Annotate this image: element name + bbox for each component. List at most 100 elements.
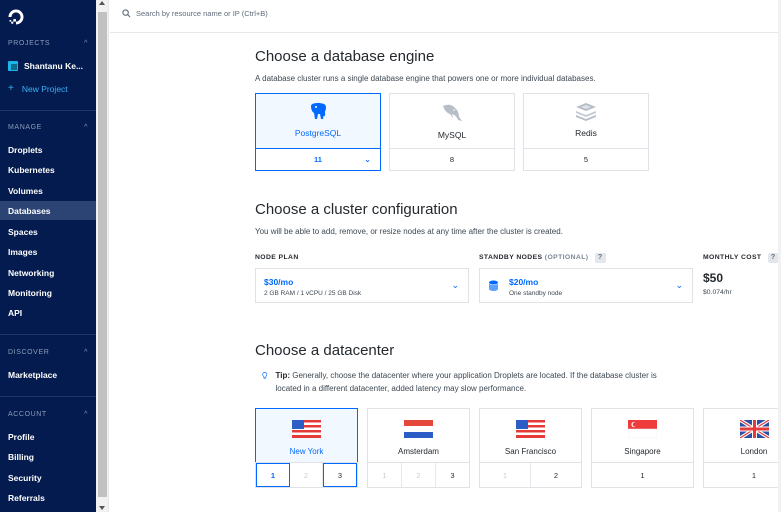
monthly-cost-label: MONTHLY COST ? xyxy=(703,253,779,263)
standby-sub: One standby node xyxy=(509,290,563,297)
engine-card-redis[interactable]: Redis 5 xyxy=(523,93,649,171)
sidebar-item-images[interactable]: Images xyxy=(0,242,96,261)
sidebar-item-label: Kubernetes xyxy=(8,164,55,175)
engine-card-top[interactable]: MySQL xyxy=(389,93,515,148)
sidebar-item-monitoring[interactable]: Monitoring xyxy=(0,283,96,302)
search-bar[interactable] xyxy=(122,9,356,18)
app-window: PROJECTS ^ Shantanu Ke... + New Project … xyxy=(0,0,781,512)
sidebar-item-label: Referrals xyxy=(8,492,45,503)
sidebar-item-databases[interactable]: Databases xyxy=(0,201,96,220)
sidebar-item-label: Databases xyxy=(8,205,51,216)
tip-label: Tip: xyxy=(275,371,290,380)
digitalocean-logo-icon[interactable] xyxy=(8,9,24,25)
scrollbar-thumb[interactable] xyxy=(98,12,107,497)
engine-version-select[interactable]: 11 ⌄ xyxy=(255,148,381,171)
project-name: Shantanu Ke... xyxy=(24,61,84,71)
search-input[interactable] xyxy=(136,9,356,18)
plus-icon: + xyxy=(8,83,14,94)
account-header-label: ACCOUNT xyxy=(8,411,47,418)
standby-label-text: STANDBY NODES xyxy=(479,254,543,261)
chevron-up-icon: ^ xyxy=(84,349,88,356)
manage-section-header[interactable]: MANAGE ^ xyxy=(8,124,88,131)
projects-section-header[interactable]: PROJECTS ^ xyxy=(8,40,88,47)
engine-section-title: Choose a database engine xyxy=(255,48,435,65)
standby-optional-text: (OPTIONAL) xyxy=(544,254,589,261)
datacenter-card-top[interactable]: New York xyxy=(255,408,358,462)
engine-version-select[interactable]: 8 xyxy=(389,148,515,171)
datacenter-card-top[interactable]: London xyxy=(703,408,778,462)
discover-section-header[interactable]: DISCOVER ^ xyxy=(8,349,88,356)
datacenter-option-2: 2 xyxy=(402,463,436,487)
sidebar-item-profile[interactable]: Profile xyxy=(0,427,96,446)
sidebar-item-label: Droplets xyxy=(8,144,43,155)
engine-card-mysql[interactable]: MySQL 8 xyxy=(389,93,515,171)
us-flag-icon xyxy=(516,420,545,438)
database-icon xyxy=(489,280,498,291)
sidebar-item-kubernetes[interactable]: Kubernetes xyxy=(0,160,96,179)
datacenter-option-2[interactable]: 2 xyxy=(531,463,581,487)
scroll-down-arrow-icon[interactable] xyxy=(99,506,105,510)
engine-section-description: A database cluster runs a single databas… xyxy=(255,74,596,83)
engine-version-value: 11 xyxy=(314,155,322,164)
engine-version-select[interactable]: 5 xyxy=(523,148,649,171)
datacenter-card-top[interactable]: San Francisco xyxy=(479,408,582,462)
chevron-down-icon: ⌄ xyxy=(675,280,683,290)
datacenter-options: 1 2 3 xyxy=(367,462,470,488)
datacenter-option-1: 1 xyxy=(480,463,531,487)
datacenter-name: London xyxy=(740,447,768,456)
datacenter-options: 1 2 xyxy=(479,462,582,488)
sidebar-item-spaces[interactable]: Spaces xyxy=(0,222,96,241)
help-icon[interactable]: ? xyxy=(594,253,606,263)
datacenter-options: 1 2 3 xyxy=(255,462,358,488)
datacenter-card-london[interactable]: London 1 xyxy=(703,408,778,488)
datacenter-card-new-york[interactable]: New York 1 2 3 xyxy=(255,408,358,488)
search-icon xyxy=(122,9,131,18)
sidebar-item-security[interactable]: Security xyxy=(0,468,96,487)
datacenter-option-1[interactable]: 1 xyxy=(256,463,290,487)
uk-flag-icon xyxy=(739,420,769,438)
datacenter-card-amsterdam[interactable]: Amsterdam 1 2 3 xyxy=(367,408,470,488)
sidebar-item-referrals[interactable]: Referrals xyxy=(0,488,96,507)
datacenter-card-top[interactable]: Singapore xyxy=(591,408,694,462)
new-project-link[interactable]: + New Project xyxy=(8,83,68,94)
datacenter-option-1[interactable]: 1 xyxy=(592,463,693,487)
sidebar-item-billing[interactable]: Billing xyxy=(0,447,96,466)
engine-card-top[interactable]: Redis xyxy=(523,93,649,148)
datacenter-option-3[interactable]: 3 xyxy=(436,463,469,487)
sidebar-item-volumes[interactable]: Volumes xyxy=(0,181,96,200)
datacenter-section-title: Choose a datacenter xyxy=(255,342,395,359)
node-plan-price: $30/mo xyxy=(264,277,294,287)
datacenter-option-2: 2 xyxy=(290,463,323,487)
engine-card-postgresql[interactable]: PostgreSQL 11 ⌄ xyxy=(255,93,381,171)
chevron-up-icon: ^ xyxy=(84,411,88,418)
engine-name: MySQL xyxy=(437,130,467,140)
engine-card-top[interactable]: PostgreSQL xyxy=(255,93,381,148)
node-plan-select[interactable]: $30/mo 2 GB RAM / 1 vCPU / 25 GB Disk ⌄ xyxy=(255,268,469,303)
sidebar-scrollbar[interactable] xyxy=(96,0,109,512)
datacenter-name: Amsterdam xyxy=(398,447,439,456)
project-icon xyxy=(8,61,18,71)
datacenter-option-1[interactable]: 1 xyxy=(730,463,778,487)
account-section-header[interactable]: ACCOUNT ^ xyxy=(8,411,88,418)
sidebar-divider xyxy=(0,110,96,111)
engine-version-value: 5 xyxy=(583,155,589,164)
sidebar-item-droplets[interactable]: Droplets xyxy=(0,140,96,159)
scroll-up-arrow-icon[interactable] xyxy=(99,1,105,5)
sidebar-item-api[interactable]: API xyxy=(0,303,96,322)
sidebar-divider xyxy=(0,396,96,397)
lightbulb-icon xyxy=(262,372,268,379)
datacenter-card-singapore[interactable]: Singapore 1 xyxy=(591,408,694,488)
standby-nodes-select[interactable]: $20/mo One standby node ⌄ xyxy=(479,268,693,303)
project-item[interactable]: Shantanu Ke... xyxy=(8,61,83,71)
sidebar-item-marketplace[interactable]: Marketplace xyxy=(0,365,96,384)
tip-body: Generally, choose the datacenter where y… xyxy=(275,371,657,393)
datacenter-card-top[interactable]: Amsterdam xyxy=(367,408,470,462)
datacenter-card-san-francisco[interactable]: San Francisco 1 2 xyxy=(479,408,582,488)
node-plan-spec: 2 GB RAM / 1 vCPU / 25 GB Disk xyxy=(264,290,362,297)
datacenter-option-3[interactable]: 3 xyxy=(323,463,357,487)
projects-header-label: PROJECTS xyxy=(8,40,51,47)
standby-nodes-label: STANDBY NODES (OPTIONAL) ? xyxy=(479,253,606,263)
sg-flag-icon xyxy=(628,420,657,438)
sidebar-item-networking[interactable]: Networking xyxy=(0,263,96,282)
chevron-up-icon: ^ xyxy=(84,124,88,131)
